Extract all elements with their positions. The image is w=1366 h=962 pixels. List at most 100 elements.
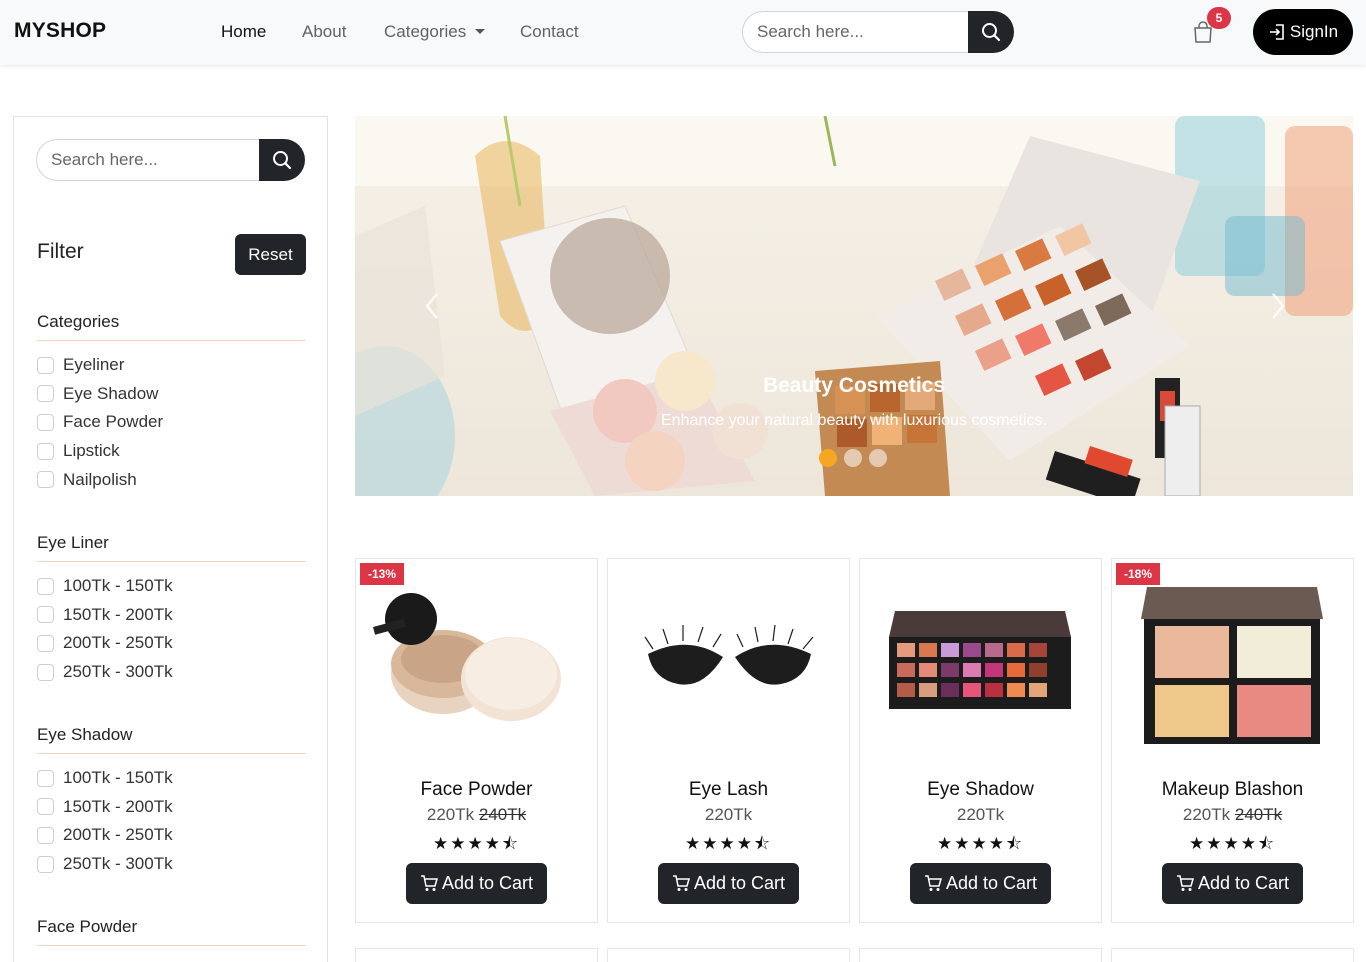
filter-option-label: Eyeliner (63, 355, 125, 375)
filter-option-label: 150Tk - 200Tk (63, 604, 173, 624)
add-to-cart-button[interactable]: Add to Cart (910, 863, 1051, 904)
carousel-indicator-1[interactable] (819, 449, 837, 467)
product-card[interactable]: -18% Makeup Blashon 220Tk 240Tk ★★★★⯪ Ad… (1111, 558, 1354, 923)
filter-option-label: 150Tk - 200Tk (63, 796, 173, 816)
product-name[interactable]: Eye Shadow (860, 779, 1101, 801)
filter-option-price[interactable]: 100Tk - 150Tk (37, 572, 306, 601)
top-search-button[interactable] (968, 11, 1014, 53)
filter-option-face-powder[interactable]: Face Powder (37, 408, 306, 437)
current-price: 220Tk (956, 805, 1005, 824)
checkbox[interactable] (37, 606, 54, 624)
add-to-cart-label: Add to Cart (441, 873, 534, 893)
filter-option-price[interactable]: 100Tk - 150Tk (37, 764, 306, 793)
top-search-form (742, 11, 1014, 53)
product-image-face-powder (373, 593, 561, 721)
nav-link-categories[interactable]: Categories (384, 22, 486, 42)
product-name[interactable]: Eye Lash (608, 779, 849, 801)
filter-group-title: Categories (37, 312, 306, 341)
add-to-cart-button[interactable]: Add to Cart (1162, 863, 1303, 904)
rating-stars: ★★★★⯪ (432, 834, 521, 853)
checkbox[interactable] (37, 442, 54, 460)
filter-option-label: 250Tk - 300Tk (63, 854, 173, 874)
product-name[interactable]: Face Powder (356, 779, 597, 801)
product-price: 220Tk 240Tk (356, 805, 597, 825)
carousel-caption-text: Enhance your natural beauty with luxurio… (661, 412, 1047, 429)
filter-option-label: 250Tk - 300Tk (63, 662, 173, 682)
carousel-caption-title: Beauty Cosmetics (762, 374, 946, 397)
product-card[interactable] (607, 948, 850, 962)
carousel-indicator-2[interactable] (844, 449, 862, 467)
filter-option-label: Nailpolish (63, 469, 137, 489)
filter-option-price[interactable]: 150Tk - 200Tk (37, 793, 306, 822)
filter-option-eye-shadow[interactable]: Eye Shadow (37, 380, 306, 409)
nav-link-categories-label: Categories (384, 22, 467, 41)
brand-logo[interactable]: MYSHOP (14, 19, 106, 43)
add-to-cart-button[interactable]: Add to Cart (406, 863, 547, 904)
checkbox[interactable] (37, 385, 54, 403)
sidebar-search-input[interactable] (36, 139, 276, 181)
carousel-prev-icon[interactable] (417, 286, 447, 326)
add-to-cart-label: Add to Cart (1197, 873, 1290, 893)
nav-link-about[interactable]: About (302, 22, 346, 42)
search-icon (982, 23, 1001, 42)
nav-link-home[interactable]: Home (221, 22, 266, 42)
filter-group-title: Face Powder (37, 917, 306, 946)
cart-icon (420, 875, 438, 891)
filter-option-price[interactable]: 250Tk - 300Tk (37, 850, 306, 879)
checkbox[interactable] (37, 413, 54, 431)
checkbox[interactable] (37, 634, 54, 652)
rating-stars: ★★★★⯪ (936, 834, 1025, 853)
checkbox[interactable] (37, 769, 54, 787)
top-search-input[interactable] (742, 11, 982, 53)
checkbox[interactable] (37, 356, 54, 374)
nav-link-contact[interactable]: Contact (520, 22, 579, 42)
add-to-cart-label: Add to Cart (693, 873, 786, 893)
product-price: 220Tk (860, 805, 1101, 825)
product-name[interactable]: Makeup Blashon (1112, 779, 1353, 801)
product-image-eye-lash (644, 624, 814, 685)
carousel-indicator-3[interactable] (869, 449, 887, 467)
filter-option-label: 200Tk - 250Tk (63, 825, 173, 845)
checkbox[interactable] (37, 826, 54, 844)
old-price: 240Tk (478, 805, 527, 824)
filter-option-lipstick[interactable]: Lipstick (37, 437, 306, 466)
signin-label: SignIn (1289, 22, 1339, 41)
current-price: 220Tk (1182, 805, 1231, 824)
sidebar-search-form (36, 139, 306, 183)
filter-option-label: 100Tk - 150Tk (63, 768, 173, 788)
checkbox[interactable] (37, 471, 54, 489)
filter-option-price[interactable]: 200Tk - 250Tk (37, 629, 306, 658)
product-price: 220Tk (608, 805, 849, 825)
cart-icon (1176, 875, 1194, 891)
sidebar-search-button[interactable] (259, 139, 305, 181)
product-image-eye-shadow (889, 611, 1071, 709)
add-to-cart-button[interactable]: Add to Cart (658, 863, 799, 904)
product-card[interactable] (1111, 948, 1354, 962)
rating-stars: ★★★★⯪ (684, 834, 773, 853)
checkbox[interactable] (37, 577, 54, 595)
filter-option-nailpolish[interactable]: Nailpolish (37, 465, 306, 494)
product-card[interactable] (355, 948, 598, 962)
add-to-cart-label: Add to Cart (945, 873, 1038, 893)
filter-option-label: Eye Shadow (63, 383, 159, 403)
filter-group-face-powder: Face Powder (37, 917, 306, 946)
product-card[interactable]: -13% Face Powder 220Tk 240Tk ★★★★⯪ Add t… (355, 558, 598, 923)
filter-option-price[interactable]: 200Tk - 250Tk (37, 821, 306, 850)
checkbox[interactable] (37, 798, 54, 816)
product-card[interactable]: Eye Lash 220Tk ★★★★⯪ Add to Cart (607, 558, 850, 923)
checkbox[interactable] (37, 663, 54, 681)
filter-group-title: Eye Shadow (37, 725, 306, 754)
product-card[interactable] (859, 948, 1102, 962)
cart-icon (672, 875, 690, 891)
product-card[interactable]: Eye Shadow 220Tk ★★★★⯪ Add to Cart (859, 558, 1102, 923)
filter-group-categories: Categories Eyeliner Eye Shadow Face Powd… (37, 312, 306, 494)
checkbox[interactable] (37, 855, 54, 873)
reset-button[interactable]: Reset (235, 234, 306, 275)
signin-button[interactable]: SignIn (1253, 9, 1353, 55)
discount-badge: -18% (1116, 563, 1161, 585)
filter-option-price[interactable]: 150Tk - 200Tk (37, 601, 306, 630)
filter-option-label: 100Tk - 150Tk (63, 576, 173, 596)
carousel-next-icon[interactable] (1263, 286, 1293, 326)
filter-option-price[interactable]: 250Tk - 300Tk (37, 658, 306, 687)
filter-option-eyeliner[interactable]: Eyeliner (37, 351, 306, 380)
